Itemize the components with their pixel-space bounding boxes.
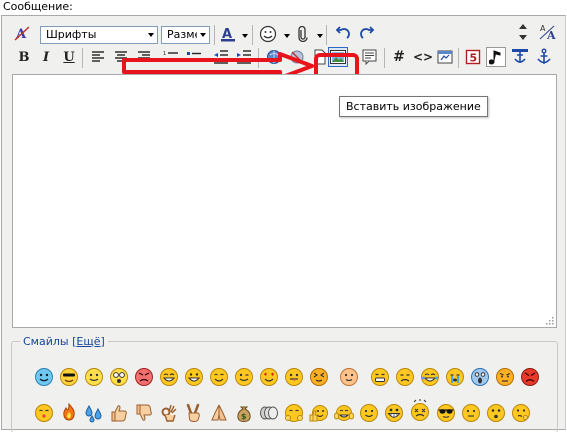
smile-icon[interactable] [34, 367, 54, 387]
svg-text:$: $ [241, 412, 247, 421]
thumbs-down-icon[interactable] [134, 403, 154, 423]
bbcode-editor: A Шрифты Разме A [1, 15, 566, 432]
furious-icon[interactable] [520, 367, 540, 387]
thumbs-up-smile-icon[interactable] [309, 403, 329, 423]
grin-icon[interactable] [84, 367, 104, 387]
anchor-icon[interactable] [534, 47, 554, 67]
code-button[interactable]: <> [411, 47, 435, 67]
chevron-down-icon [317, 34, 323, 38]
tongue-icon[interactable] [284, 367, 304, 387]
ok-hand-icon[interactable] [159, 403, 179, 423]
italic-button[interactable]: I [36, 47, 56, 67]
thumbs-up-icon[interactable] [109, 403, 129, 423]
message-label: Сообщение: [3, 0, 73, 13]
music-note-icon[interactable] [486, 47, 506, 67]
redo-icon[interactable] [357, 23, 377, 43]
quote-icon[interactable] [360, 47, 380, 67]
smiles-panel: Смайлы [Ещё] $ [11, 335, 558, 432]
smiles-more-link[interactable]: Ещё [76, 335, 100, 348]
wink-icon[interactable] [234, 367, 254, 387]
anchor-box-icon[interactable] [510, 47, 530, 67]
laugh-icon[interactable] [159, 367, 179, 387]
dizzy-icon[interactable] [409, 399, 431, 423]
emoticon-icon[interactable] [258, 24, 278, 44]
font-select[interactable]: Шрифты [40, 26, 158, 44]
chevron-down-icon [197, 27, 209, 43]
smiles-legend: Смайлы [Ещё] [20, 335, 108, 348]
chevron-down-icon [145, 27, 157, 43]
squint-icon[interactable] [309, 367, 329, 387]
hug-icon[interactable] [284, 403, 304, 423]
content-smile-icon[interactable] [359, 403, 379, 423]
smiles-legend-label: Смайлы [23, 335, 69, 348]
blush-icon[interactable] [339, 367, 359, 387]
chevron-down-icon [242, 34, 248, 38]
thinking-icon[interactable] [511, 403, 531, 423]
angry-red-icon[interactable] [134, 367, 154, 387]
happy-icon[interactable] [209, 367, 229, 387]
remove-format-icon[interactable]: A [12, 23, 32, 43]
font-select-value: Шрифты [46, 28, 97, 41]
applause-icon[interactable] [334, 403, 354, 423]
spellcheck-icon[interactable]: AA [537, 22, 557, 42]
chevron-down-icon [284, 34, 290, 38]
svg-text:5: 5 [470, 52, 478, 65]
svg-text:A: A [546, 29, 556, 41]
sad-icon[interactable] [395, 367, 415, 387]
bigteeth-icon[interactable] [384, 403, 404, 423]
victory-hand-icon[interactable] [184, 403, 204, 423]
surprised-icon[interactable] [486, 403, 506, 423]
big-grin-icon[interactable] [184, 367, 204, 387]
attachment-icon[interactable] [293, 24, 313, 44]
coins-icon[interactable] [259, 403, 279, 423]
insert-image-tooltip: Вставить изображение [339, 96, 488, 117]
cool-smile-icon[interactable] [59, 367, 79, 387]
align-left-icon[interactable] [88, 47, 108, 67]
font-color-icon[interactable]: A [218, 24, 238, 44]
bold-button[interactable]: B [14, 47, 34, 67]
shocked-icon[interactable] [109, 367, 129, 387]
tears-of-joy-icon[interactable] [420, 367, 440, 387]
spoiler-icon[interactable]: 5 [463, 47, 483, 67]
teeth-icon[interactable] [370, 367, 390, 387]
money-bag-icon[interactable]: $ [234, 403, 254, 423]
fire-icon[interactable] [59, 403, 79, 423]
resize-grip-icon[interactable] [545, 316, 554, 325]
crying-icon[interactable] [445, 367, 465, 387]
kiss-icon[interactable] [34, 403, 54, 423]
sort-arrows-icon[interactable] [513, 22, 533, 42]
svg-text:A: A [540, 24, 546, 33]
annoyed-icon[interactable] [495, 367, 515, 387]
neutral-icon[interactable] [461, 403, 481, 423]
underline-button[interactable]: U [59, 47, 79, 67]
undo-icon[interactable] [333, 23, 353, 43]
praying-hands-icon[interactable] [209, 403, 229, 423]
size-select[interactable]: Разме [161, 26, 210, 44]
html-block-icon[interactable] [435, 47, 455, 67]
sweat-drops-icon[interactable] [84, 403, 104, 423]
sunglasses-icon[interactable] [436, 403, 456, 423]
heart-eyes-icon[interactable] [259, 367, 279, 387]
scream-icon[interactable] [470, 367, 490, 387]
hash-button[interactable]: # [389, 47, 409, 67]
